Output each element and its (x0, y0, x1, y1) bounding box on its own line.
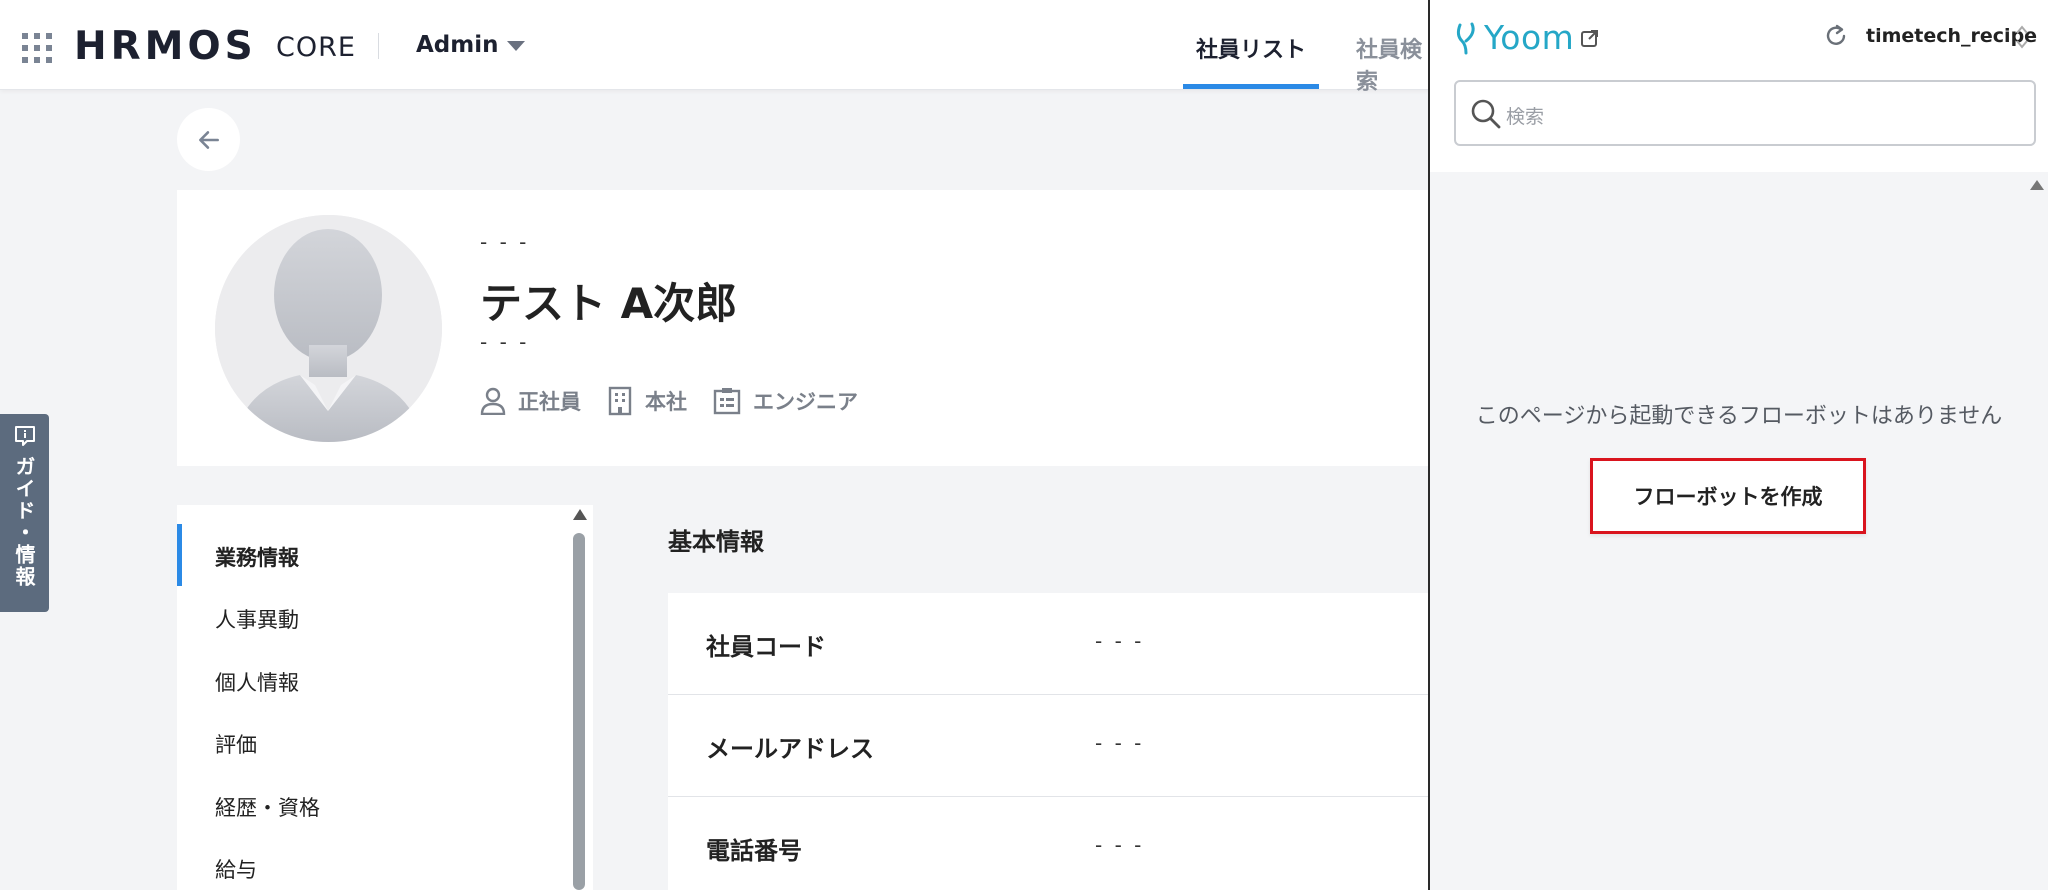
hrmos-logo[interactable]: HRMOS (74, 24, 257, 69)
employment-type-label: 正社員 (518, 390, 581, 414)
yoom-logo[interactable]: Yoom (1454, 18, 1600, 57)
scroll-up-arrow[interactable] (573, 509, 587, 520)
avatar (215, 215, 442, 442)
guide-info-tab[interactable]: ガイド・情報 (0, 414, 49, 612)
top-header: HRMOS CORE Admin 社員リスト 社員検索 (0, 0, 1430, 95)
menu-item-career[interactable]: 経歴・資格 (215, 792, 320, 822)
tab-employee-search[interactable]: 社員検索 (1356, 32, 1430, 96)
role-select[interactable]: Admin (416, 32, 499, 58)
employee-name: テスト A次郎 (480, 279, 738, 328)
office-label: 本社 (645, 390, 687, 414)
menu-item-transfers[interactable]: 人事異動 (215, 604, 299, 634)
info-row: 電話番号 - - - (668, 797, 1430, 890)
job-label: エンジニア (753, 390, 858, 414)
external-link-icon[interactable] (1580, 28, 1600, 48)
search-icon (1471, 99, 1501, 129)
yoom-panel: Yoom timetech_recipe 検索 このページから起動できるフローボ… (1428, 0, 2048, 890)
guide-info-label: ガイド・情報 (12, 456, 36, 588)
profile-meta: 正社員 本社 エンジニア (480, 386, 884, 416)
info-label: 社員コード (706, 633, 826, 661)
building-icon (608, 386, 632, 416)
chevron-up-down-icon[interactable] (2014, 22, 2030, 52)
info-value: - - - (1095, 629, 1145, 653)
clipboard-icon (713, 388, 741, 415)
profile-card: - - - テスト A次郎 - - - 正社員 本社 エンジニア (177, 190, 1430, 466)
yoom-mark-icon (1456, 22, 1475, 54)
menu-item-salary[interactable]: 給与 (215, 854, 257, 884)
side-menu: 業務情報 人事異動 個人情報 評価 経歴・資格 給与 (177, 505, 593, 890)
empty-state-message: このページから起動できるフローボットはありません (1475, 404, 2003, 429)
scroll-up-arrow[interactable] (2030, 180, 2044, 190)
yoom-body: このページから起動できるフローボットはありません フローボットを作成 (1430, 172, 2048, 890)
header-divider (378, 33, 379, 59)
person-icon (480, 387, 506, 415)
search-input[interactable]: 検索 (1454, 80, 2036, 146)
info-row: メールアドレス - - - (668, 695, 1430, 797)
chevron-down-icon[interactable] (507, 41, 525, 51)
info-value: - - - (1095, 833, 1145, 857)
back-button[interactable] (177, 108, 240, 171)
create-flowbot-button[interactable]: フローボットを作成 (1590, 458, 1866, 534)
account-selector[interactable]: timetech_recipe (1866, 25, 2037, 47)
tab-employee-list[interactable]: 社員リスト (1196, 32, 1306, 64)
basic-info-table: 社員コード - - - メールアドレス - - - 電話番号 - - - (668, 593, 1430, 890)
info-row: 社員コード - - - (668, 593, 1430, 695)
yoom-logo-text: Yoom (1484, 18, 1575, 57)
arrow-left-icon (198, 130, 219, 149)
yoom-header: Yoom timetech_recipe 検索 (1430, 0, 2048, 170)
search-placeholder: 検索 (1506, 106, 1545, 128)
refresh-icon[interactable] (1822, 22, 1850, 50)
profile-subtitle: - - - (480, 330, 530, 354)
menu-item-evaluation[interactable]: 評価 (215, 729, 257, 759)
info-value: - - - (1095, 731, 1145, 755)
menu-scrollbar[interactable] (573, 533, 585, 890)
product-label: CORE (276, 32, 356, 63)
employment-type: 正社員 (480, 386, 581, 416)
active-tab-indicator (1183, 84, 1319, 89)
active-menu-indicator (177, 524, 182, 586)
info-icon (14, 426, 35, 446)
info-label: メールアドレス (706, 735, 874, 763)
job: エンジニア (713, 386, 858, 416)
info-label: 電話番号 (706, 837, 802, 865)
menu-item-personal-info[interactable]: 個人情報 (215, 667, 299, 697)
menu-item-business-info[interactable]: 業務情報 (215, 542, 299, 572)
office: 本社 (607, 386, 687, 416)
profile-kana: - - - (480, 230, 530, 254)
default-avatar-icon (215, 215, 442, 442)
section-title: 基本情報 (668, 528, 764, 556)
app-grid-icon[interactable] (22, 33, 52, 63)
